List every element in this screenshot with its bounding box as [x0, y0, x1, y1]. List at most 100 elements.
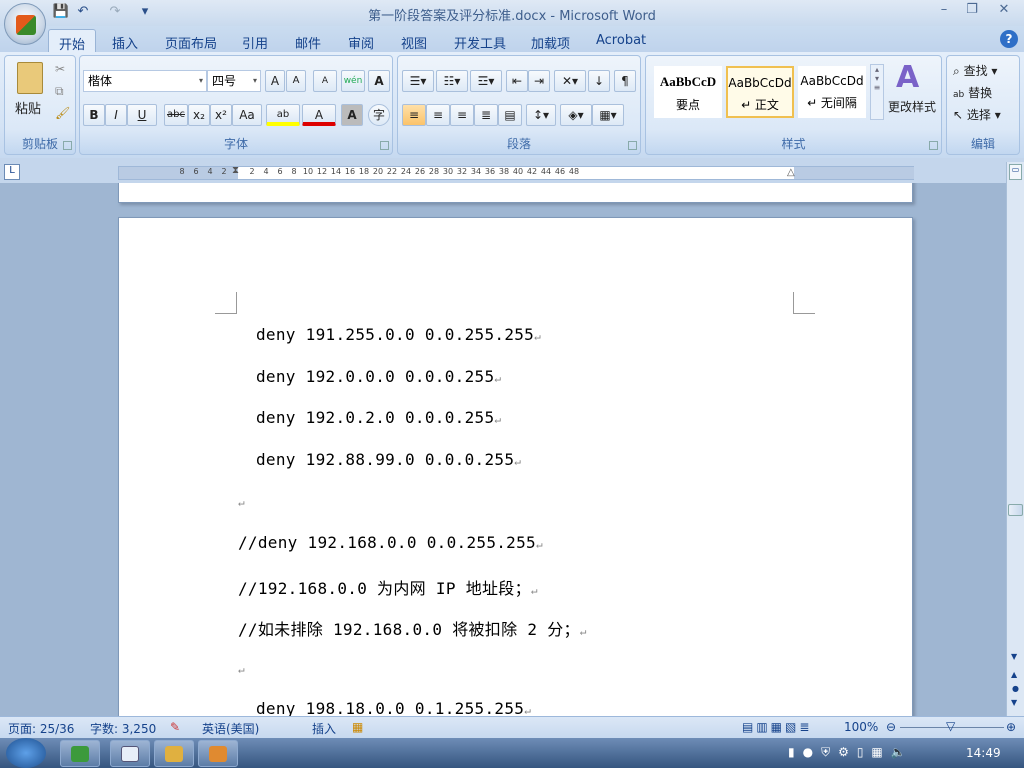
tab-home[interactable]: 开始 — [48, 29, 97, 53]
horizontal-ruler[interactable]: 8 6 4 2 2 4 6 8 10 12 14 16 18 20 22 24 26 28 30 32 34 36 38 40… — [118, 165, 914, 180]
enclose-char-button[interactable]: 字 — [368, 104, 390, 126]
strikethrough-button[interactable]: abc — [164, 104, 188, 126]
undo-icon[interactable]: ↶ — [74, 4, 92, 22]
document-line[interactable]: deny 192.88.99.0 0.0.0.255↵ — [256, 450, 521, 469]
clear-format-button[interactable]: A — [313, 70, 337, 92]
document-line[interactable]: //deny 192.168.0.0 0.0.255.255↵ — [238, 533, 543, 552]
decrease-indent-button[interactable]: ⇤ — [506, 70, 528, 92]
save-icon[interactable]: 💾 — [52, 4, 70, 22]
change-styles-button[interactable]: 更改样式 — [888, 98, 936, 115]
tab-review[interactable]: 审阅 — [338, 29, 384, 53]
taskbar-app[interactable] — [198, 740, 238, 767]
customize-qat-button[interactable]: ▾ — [136, 4, 154, 22]
zoom-in-button[interactable]: ⊕ — [1006, 720, 1016, 734]
zoom-level[interactable]: 100% — [844, 720, 878, 734]
shrink-font-button[interactable]: A — [286, 70, 306, 92]
next-page-button[interactable]: ▼ — [1011, 698, 1017, 707]
document-line[interactable]: //如未排除 192.168.0.0 将被扣除 2 分；↵ — [238, 616, 587, 640]
change-case-button[interactable]: Aa — [232, 104, 262, 126]
scroll-down-arrow[interactable]: ▼ — [1011, 652, 1017, 661]
style-item[interactable]: AaBbCcDd ↵ 无间隔 — [798, 66, 866, 118]
copy-icon[interactable]: ⧉ — [55, 84, 64, 99]
paragraph-launcher[interactable] — [628, 141, 637, 150]
paste-button[interactable]: 粘贴 — [15, 98, 41, 117]
font-size-combo[interactable]: 四号 ▾ — [207, 70, 261, 92]
minimize-button[interactable]: – — [930, 2, 958, 20]
document-line[interactable]: deny 191.255.0.0 0.0.255.255↵ — [256, 325, 541, 344]
redo-icon[interactable]: ↷ — [106, 4, 124, 22]
tab-selector[interactable]: L — [4, 164, 20, 180]
select-button[interactable]: ↖ 选择 ▾ — [953, 106, 1001, 123]
show-marks-button[interactable]: ¶ — [614, 70, 636, 92]
taskbar-app[interactable] — [154, 740, 194, 767]
char-border-button[interactable]: A — [368, 70, 390, 92]
indent-marker[interactable]: ⧗ — [232, 165, 239, 176]
underline-button[interactable]: U — [127, 104, 157, 126]
view-buttons[interactable]: ▤▥▦▧≣ — [742, 720, 812, 734]
find-button[interactable]: ⌕ 查找 ▾ — [953, 62, 997, 79]
browse-object-button[interactable]: ● — [1012, 684, 1019, 693]
font-color-button[interactable]: A — [302, 104, 336, 126]
document-line[interactable]: deny 198.18.0.0 0.1.255.255↵ — [256, 699, 531, 716]
tab-addins[interactable]: 加载项 — [521, 29, 580, 53]
style-item-selected[interactable]: AaBbCcDd ↵ 正文 — [726, 66, 794, 118]
format-painter-icon[interactable]: 🖌 — [55, 106, 70, 120]
style-item[interactable]: AaBbCcD 要点 — [654, 66, 722, 118]
italic-button[interactable]: I — [105, 104, 127, 126]
shading-button[interactable]: ◈▾ — [560, 104, 592, 126]
proofing-icon[interactable]: ✎ — [170, 720, 180, 734]
tab-page-layout[interactable]: 页面布局 — [155, 29, 227, 53]
subscript-button[interactable]: x₂ — [188, 104, 210, 126]
tab-mailings[interactable]: 邮件 — [285, 29, 331, 53]
tab-acrobat[interactable]: Acrobat — [586, 29, 656, 53]
start-button[interactable] — [6, 738, 46, 768]
change-styles-icon[interactable]: A — [896, 60, 919, 95]
paste-icon[interactable] — [17, 62, 43, 94]
page-count[interactable]: 页面: 25/36 — [8, 720, 74, 737]
previous-page-button[interactable]: ▲ — [1011, 670, 1017, 679]
clock[interactable]: 14:49 — [966, 746, 1001, 760]
font-launcher[interactable] — [380, 141, 389, 150]
close-button[interactable]: ✕ — [990, 2, 1018, 20]
taskbar-ie[interactable] — [60, 740, 100, 767]
macro-record-icon[interactable]: ▦ — [352, 720, 363, 734]
document-line[interactable]: //192.168.0.0 为内网 IP 地址段；↵ — [238, 575, 538, 599]
language[interactable]: 英语(美国) — [202, 720, 259, 737]
numbering-button[interactable]: ☷▾ — [436, 70, 468, 92]
highlight-button[interactable]: ab — [266, 104, 300, 126]
tab-view[interactable]: 视图 — [391, 29, 437, 53]
word-count[interactable]: 字数: 3,250 — [90, 720, 156, 737]
clipboard-launcher[interactable] — [63, 141, 72, 150]
bullets-button[interactable]: ☰▾ — [402, 70, 434, 92]
justify-button[interactable]: ≣ — [474, 104, 498, 126]
borders-button[interactable]: ▦▾ — [592, 104, 624, 126]
line-spacing-button[interactable]: ↕▾ — [526, 104, 556, 126]
align-right-button[interactable]: ≡ — [450, 104, 474, 126]
taskbar-word[interactable] — [110, 740, 150, 767]
increase-indent-button[interactable]: ⇥ — [528, 70, 550, 92]
document-line[interactable]: deny 192.0.0.0 0.0.0.255↵ — [256, 367, 501, 386]
insert-mode[interactable]: 插入 — [312, 720, 336, 737]
ruler-toggle[interactable]: ▭ — [1009, 164, 1022, 180]
right-indent-marker[interactable]: △ — [787, 167, 795, 178]
document-page[interactable]: deny 191.255.0.0 0.0.255.255↵ deny 192.0.… — [118, 217, 913, 716]
tab-insert[interactable]: 插入 — [102, 29, 148, 53]
align-center-button[interactable]: ≡ — [426, 104, 450, 126]
scroll-thumb[interactable] — [1008, 504, 1023, 516]
tab-references[interactable]: 引用 — [232, 29, 278, 53]
office-button[interactable] — [4, 3, 46, 45]
font-name-combo[interactable]: 楷体 ▾ — [83, 70, 207, 92]
vertical-scrollbar[interactable]: ▭ ▼ ▲ ● ▼ — [1006, 162, 1024, 716]
styles-launcher[interactable] — [929, 141, 938, 150]
cut-icon[interactable]: ✂ — [55, 62, 65, 76]
char-shading-button[interactable]: A — [341, 104, 363, 126]
align-left-button[interactable]: ≡ — [402, 104, 426, 126]
tray-icons[interactable]: ▮●⛨⚙▯▦🔈 — [788, 745, 914, 760]
document-line[interactable]: ↵ — [238, 658, 245, 677]
bold-button[interactable]: B — [83, 104, 105, 126]
styles-scroll[interactable]: ▴ ▾ ≡ — [870, 64, 884, 120]
document-line[interactable]: ↵ — [238, 491, 245, 510]
tab-developer[interactable]: 开发工具 — [444, 29, 516, 53]
text-direction-button[interactable]: ✕▾ — [554, 70, 586, 92]
multilevel-list-button[interactable]: ☲▾ — [470, 70, 502, 92]
